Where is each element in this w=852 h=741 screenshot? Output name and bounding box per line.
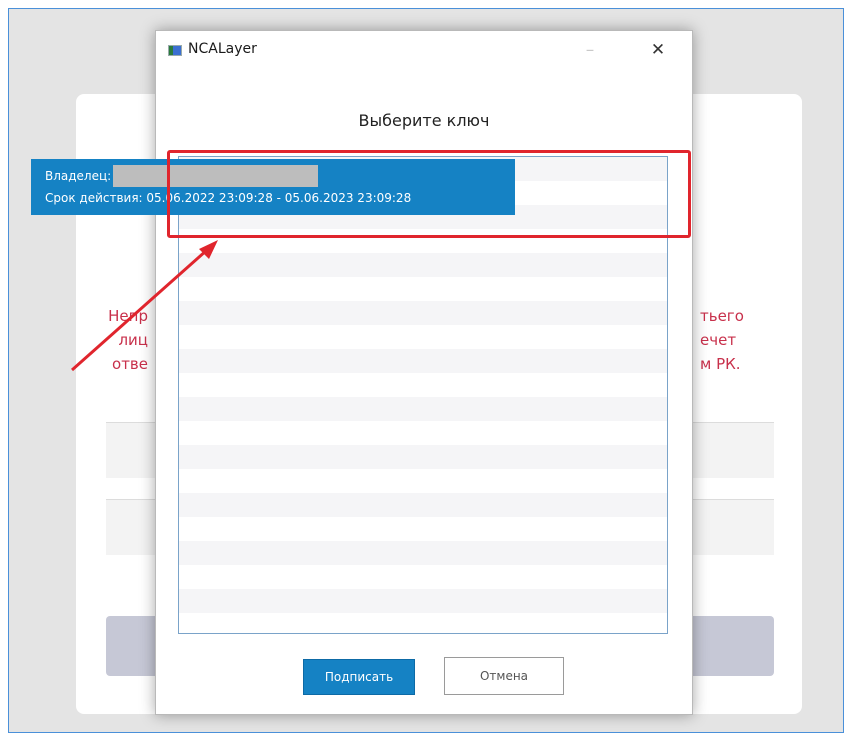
owner-redacted-block <box>113 165 319 187</box>
bg-text-line: Непр <box>108 307 148 325</box>
select-button[interactable]: Подписать <box>303 659 415 695</box>
bg-text-line: тьего <box>700 307 744 325</box>
key-owner-row: Владелец: <box>45 165 515 187</box>
minimize-icon[interactable]: – <box>574 37 606 63</box>
key-validity: Срок действия: 05.06.2022 23:09:28 - 05.… <box>45 191 412 205</box>
cancel-button[interactable]: Отмена <box>444 657 564 695</box>
dialog-heading: Выберите ключ <box>358 111 490 130</box>
bg-text-line: отве <box>112 355 148 373</box>
key-list[interactable] <box>178 156 668 634</box>
close-icon[interactable]: ✕ <box>642 37 674 63</box>
app-icon <box>168 45 182 56</box>
window-title: NCALayer <box>188 41 257 57</box>
ncalayer-dialog: NCALayer – ✕ Выберите ключ <box>155 30 693 715</box>
background-warning-text-right: тьего ечет м РК. <box>700 304 780 376</box>
background-warning-text-left: Непр лиц отве <box>108 304 148 376</box>
bg-text-line: лиц <box>118 331 148 349</box>
owner-label: Владелец: <box>45 169 112 183</box>
bg-text-line: ечет <box>700 331 737 349</box>
bg-text-line: м РК. <box>700 355 741 373</box>
title-bar: NCALayer – ✕ <box>156 31 692 71</box>
selected-key-item[interactable]: Владелец: Срок действия: 05.06.2022 23:0… <box>31 159 515 215</box>
